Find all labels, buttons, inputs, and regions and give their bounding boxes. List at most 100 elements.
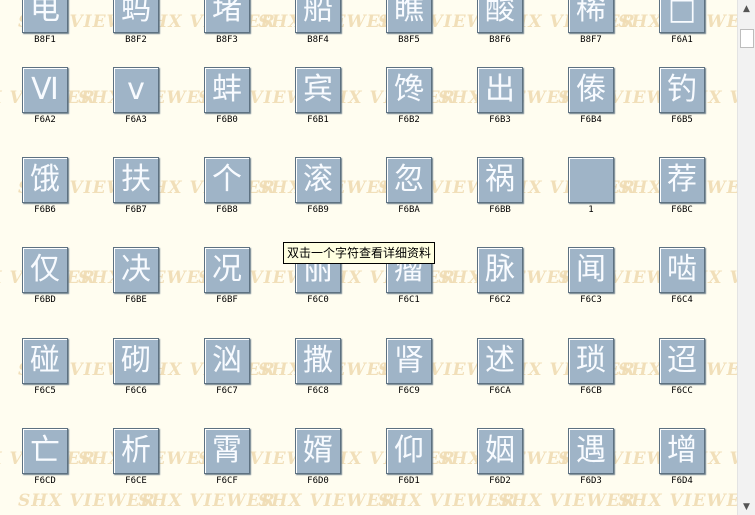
glyph-cell[interactable]: 扶 F6B7 (91, 157, 181, 247)
glyph-tile[interactable]: 船 (295, 0, 341, 33)
glyph-character: 肾 (394, 343, 424, 378)
glyph-tile[interactable]: 闻 (568, 247, 614, 293)
glyph-cell[interactable]: 述 F6CA (455, 338, 545, 428)
glyph-tile[interactable]: 宾 (295, 67, 341, 113)
glyph-tile[interactable]: 琐 (568, 338, 614, 384)
glyph-tile[interactable]: 汹 (204, 338, 250, 384)
glyph-tile[interactable]: 亡 (22, 428, 68, 474)
glyph-tile[interactable]: 砌 (113, 338, 159, 384)
glyph-cell[interactable]: 堵 B8F3 (182, 0, 272, 77)
glyph-cell[interactable]: 闻 F6C3 (546, 247, 636, 337)
glyph-tile[interactable]: □ (659, 0, 705, 33)
glyph-tile[interactable]: 滚 (295, 157, 341, 203)
glyph-cell[interactable]: 蚂 B8F2 (91, 0, 181, 77)
glyph-cell[interactable]: 析 F6CE (91, 428, 181, 515)
scroll-up-arrow-icon[interactable]: ▲ (738, 0, 755, 17)
glyph-tile[interactable]: 述 (477, 338, 523, 384)
glyph-cell[interactable]: 姻 F6D2 (455, 428, 545, 515)
glyph-cell[interactable]: 霄 F6CF (182, 428, 272, 515)
glyph-cell[interactable]: ⅴ F6A3 (91, 67, 181, 157)
glyph-tile[interactable]: 饿 (22, 157, 68, 203)
glyph-cell[interactable]: 忽 F6BA (364, 157, 454, 247)
glyph-cell[interactable]: 出 F6B3 (455, 67, 545, 157)
glyph-tile[interactable]: 撒 (295, 338, 341, 384)
glyph-cell[interactable]: 蚌 F6B0 (182, 67, 272, 157)
glyph-cell[interactable]: 汹 F6C7 (182, 338, 272, 428)
glyph-cell[interactable]: 馋 F6B2 (364, 67, 454, 157)
glyph-tile[interactable]: 姻 (477, 428, 523, 474)
glyph-cell[interactable]: 亡 F6CD (0, 428, 90, 515)
glyph-cell[interactable]: 个 F6B8 (182, 157, 272, 247)
glyph-tile[interactable]: 馋 (386, 67, 432, 113)
glyph-cell[interactable]: 饿 F6B6 (0, 157, 90, 247)
glyph-cell[interactable]: 撒 F6C8 (273, 338, 363, 428)
glyph-tile[interactable]: 瞧 (386, 0, 432, 33)
glyph-tile[interactable]: 婿 (295, 428, 341, 474)
glyph-cell[interactable]: 遇 F6D3 (546, 428, 636, 515)
glyph-cell[interactable]: 稀 B8F7 (546, 0, 636, 77)
glyph-cell[interactable]: □ F6A1 (637, 0, 727, 77)
glyph-tile[interactable]: 仅 (22, 247, 68, 293)
glyph-character: 堵 (212, 0, 242, 27)
glyph-tile[interactable]: 蚂 (113, 0, 159, 33)
glyph-cell[interactable]: 仅 F6BD (0, 247, 90, 337)
glyph-cell[interactable]: 酸 B8F6 (455, 0, 545, 77)
glyph-tile[interactable]: 霄 (204, 428, 250, 474)
glyph-character: 碰 (30, 343, 60, 378)
glyph-tile[interactable]: 仰 (386, 428, 432, 474)
glyph-code-label: F6C6 (125, 386, 147, 396)
glyph-tile[interactable]: 扶 (113, 157, 159, 203)
scrollbar-thumb[interactable] (740, 29, 754, 48)
scroll-down-arrow-icon[interactable]: ▼ (738, 498, 755, 515)
glyph-tile[interactable]: 迢 (659, 338, 705, 384)
glyph-tile[interactable]: Ⅵ (22, 67, 68, 113)
glyph-tile[interactable]: 蚌 (204, 67, 250, 113)
glyph-tile[interactable]: 傣 (568, 67, 614, 113)
glyph-tile[interactable]: ⅴ (113, 67, 159, 113)
glyph-cell[interactable]: 肾 F6C9 (364, 338, 454, 428)
glyph-tile[interactable]: 祸 (477, 157, 523, 203)
glyph-cell[interactable]: 1 (546, 157, 636, 247)
glyph-tile[interactable]: 出 (477, 67, 523, 113)
glyph-tile[interactable]: 遇 (568, 428, 614, 474)
glyph-tile[interactable]: 决 (113, 247, 159, 293)
glyph-cell[interactable]: 祸 F6BB (455, 157, 545, 247)
glyph-cell[interactable]: 钓 F6B5 (637, 67, 727, 157)
glyph-cell[interactable]: 迢 F6CC (637, 338, 727, 428)
glyph-tile[interactable]: 忽 (386, 157, 432, 203)
glyph-cell[interactable]: 增 F6D4 (637, 428, 727, 515)
glyph-cell[interactable]: 傣 F6B4 (546, 67, 636, 157)
glyph-cell[interactable]: Ⅵ F6A2 (0, 67, 90, 157)
glyph-tile[interactable] (568, 157, 614, 203)
glyph-cell[interactable]: 况 F6BF (182, 247, 272, 337)
glyph-tile[interactable]: 电 (22, 0, 68, 33)
glyph-cell[interactable]: 决 F6BE (91, 247, 181, 337)
glyph-cell[interactable]: 荐 F6BC (637, 157, 727, 247)
glyph-cell[interactable]: 碰 F6C5 (0, 338, 90, 428)
glyph-tile[interactable]: 啮 (659, 247, 705, 293)
glyph-tile[interactable]: 堵 (204, 0, 250, 33)
glyph-tile[interactable]: 碰 (22, 338, 68, 384)
glyph-tile[interactable]: 况 (204, 247, 250, 293)
glyph-cell[interactable]: 琐 F6CB (546, 338, 636, 428)
glyph-tile[interactable]: 酸 (477, 0, 523, 33)
glyph-tile[interactable]: 增 (659, 428, 705, 474)
glyph-cell[interactable]: 砌 F6C6 (91, 338, 181, 428)
glyph-tile[interactable]: 稀 (568, 0, 614, 33)
glyph-tile[interactable]: 个 (204, 157, 250, 203)
glyph-tile[interactable]: 钓 (659, 67, 705, 113)
glyph-tile[interactable]: 析 (113, 428, 159, 474)
glyph-cell[interactable]: 电 B8F1 (0, 0, 90, 77)
glyph-tile[interactable]: 荐 (659, 157, 705, 203)
glyph-cell[interactable]: 瞧 B8F5 (364, 0, 454, 77)
glyph-cell[interactable]: 宾 F6B1 (273, 67, 363, 157)
glyph-cell[interactable]: 啮 F6C4 (637, 247, 727, 337)
glyph-tile[interactable]: 肾 (386, 338, 432, 384)
vertical-scrollbar[interactable]: ▲ ▼ (737, 0, 755, 515)
glyph-cell[interactable]: 仰 F6D1 (364, 428, 454, 515)
glyph-cell[interactable]: 脉 F6C2 (455, 247, 545, 337)
glyph-tile[interactable]: 脉 (477, 247, 523, 293)
glyph-cell[interactable]: 滚 F6B9 (273, 157, 363, 247)
glyph-cell[interactable]: 婿 F6D0 (273, 428, 363, 515)
glyph-cell[interactable]: 船 B8F4 (273, 0, 363, 77)
